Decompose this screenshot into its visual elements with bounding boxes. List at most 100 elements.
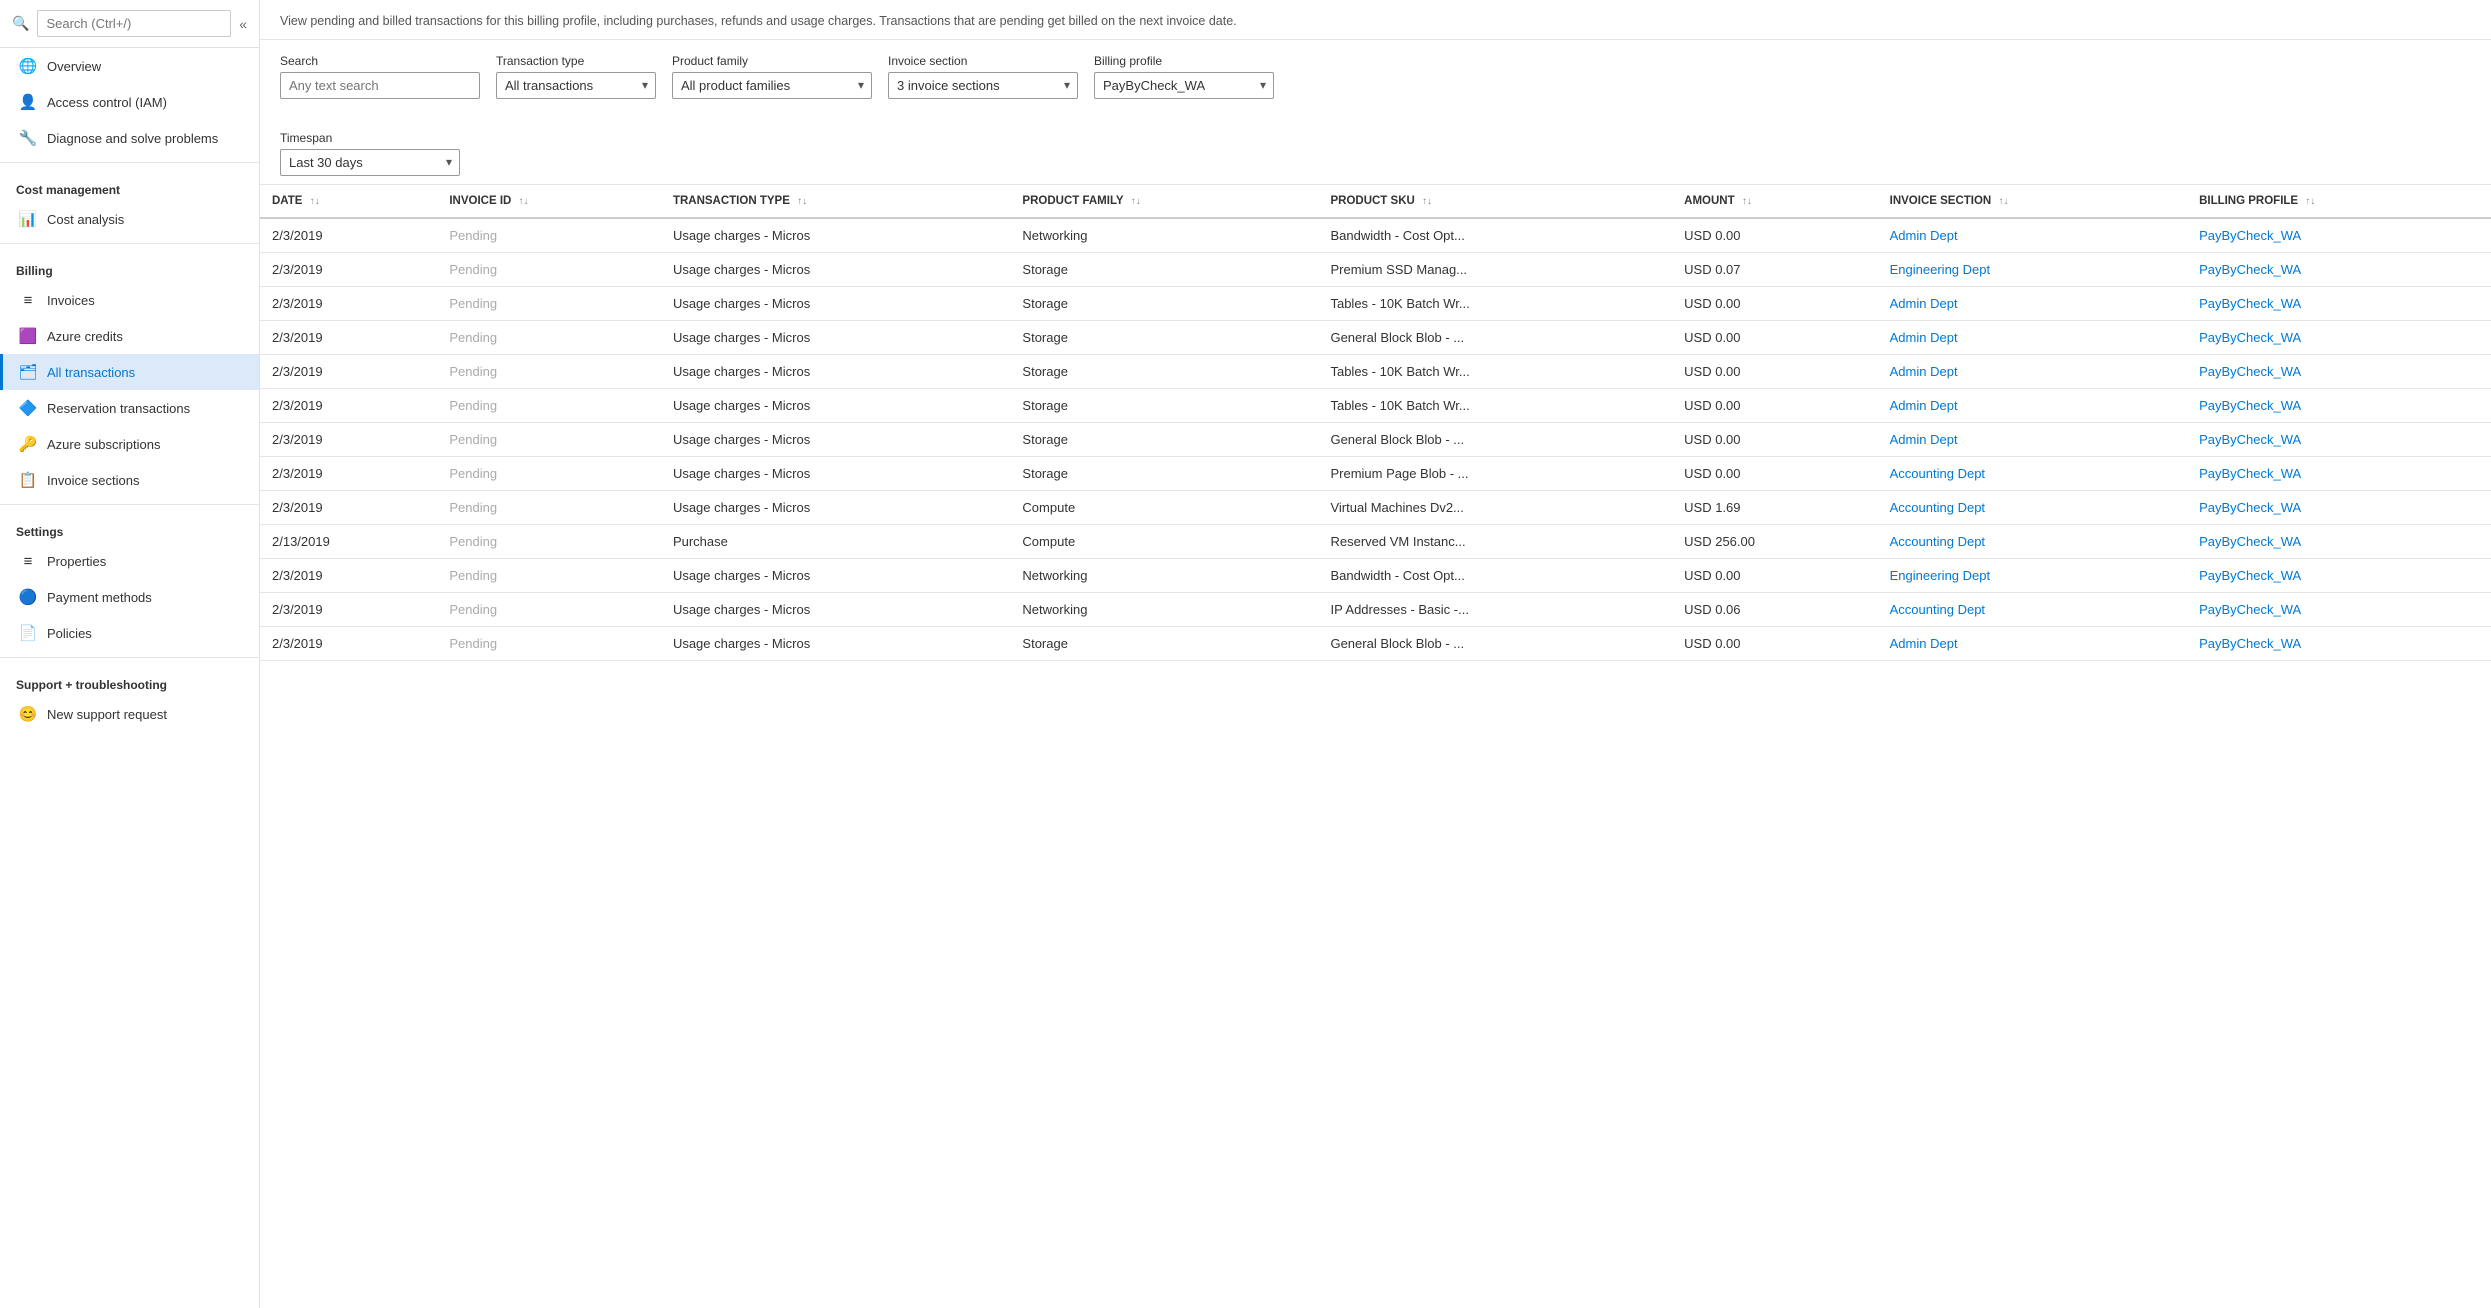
table-cell-product-sku: General Block Blob - ...: [1318, 422, 1672, 456]
col-header-product-family[interactable]: PRODUCT FAMILY ↑↓: [1010, 185, 1318, 218]
table-cell-invoice-section[interactable]: Engineering Dept: [1878, 558, 2187, 592]
table-cell-invoice-section[interactable]: Engineering Dept: [1878, 252, 2187, 286]
main-content: View pending and billed transactions for…: [260, 0, 2491, 1308]
table-cell-billing-profile[interactable]: PayByCheck_WA: [2187, 252, 2491, 286]
table-cell-invoice-section[interactable]: Admin Dept: [1878, 320, 2187, 354]
sidebar-item-overview[interactable]: 🌐Overview: [0, 48, 259, 84]
table-cell-invoice-section[interactable]: Accounting Dept: [1878, 592, 2187, 626]
table-cell-invoice-id: Pending: [437, 388, 661, 422]
table-cell-billing-profile[interactable]: PayByCheck_WA: [2187, 592, 2491, 626]
sort-icon-product-sku: ↑↓: [1422, 196, 1432, 207]
sidebar-item-azure-credits[interactable]: 🟪Azure credits: [0, 318, 259, 354]
table-row: 2/3/2019PendingUsage charges - MicrosSto…: [260, 320, 2491, 354]
table-cell-amount: USD 0.00: [1672, 354, 1877, 388]
table-cell-product-sku: Tables - 10K Batch Wr...: [1318, 354, 1672, 388]
table-cell-amount: USD 0.00: [1672, 422, 1877, 456]
search-filter-group: Search: [280, 54, 480, 99]
table-cell-product-family: Storage: [1010, 286, 1318, 320]
table-cell-invoice-id: Pending: [437, 490, 661, 524]
table-cell-transaction-type: Usage charges - Micros: [661, 218, 1010, 253]
table-cell-invoice-section[interactable]: Admin Dept: [1878, 626, 2187, 660]
overview-icon: 🌐: [19, 57, 37, 75]
col-header-amount[interactable]: AMOUNT ↑↓: [1672, 185, 1877, 218]
billing-profile-select[interactable]: PayByCheck_WA: [1094, 72, 1274, 99]
table-cell-product-sku: Tables - 10K Batch Wr...: [1318, 388, 1672, 422]
table-header: DATE ↑↓INVOICE ID ↑↓TRANSACTION TYPE ↑↓P…: [260, 185, 2491, 218]
table-cell-billing-profile[interactable]: PayByCheck_WA: [2187, 422, 2491, 456]
sidebar-item-reservation-transactions[interactable]: 🔷Reservation transactions: [0, 390, 259, 426]
table-cell-billing-profile[interactable]: PayByCheck_WA: [2187, 354, 2491, 388]
table-cell-invoice-section[interactable]: Accounting Dept: [1878, 490, 2187, 524]
sort-icon-invoice-id: ↑↓: [519, 196, 529, 207]
sidebar-item-new-support[interactable]: 😊New support request: [0, 696, 259, 732]
transaction-type-select[interactable]: All transactionsPendingBilledPurchaseUsa…: [496, 72, 656, 99]
table-cell-billing-profile[interactable]: PayByCheck_WA: [2187, 320, 2491, 354]
table-row: 2/3/2019PendingUsage charges - MicrosSto…: [260, 388, 2491, 422]
table-cell-product-sku: General Block Blob - ...: [1318, 320, 1672, 354]
sidebar-item-policies[interactable]: 📄Policies: [0, 615, 259, 651]
sidebar-item-azure-subscriptions[interactable]: 🔑Azure subscriptions: [0, 426, 259, 462]
col-header-date[interactable]: DATE ↑↓: [260, 185, 437, 218]
sidebar-item-invoice-sections[interactable]: 📋Invoice sections: [0, 462, 259, 498]
table-cell-product-sku: Reserved VM Instanc...: [1318, 524, 1672, 558]
table-cell-billing-profile[interactable]: PayByCheck_WA: [2187, 388, 2491, 422]
table-row: 2/3/2019PendingUsage charges - MicrosSto…: [260, 286, 2491, 320]
table-cell-billing-profile[interactable]: PayByCheck_WA: [2187, 626, 2491, 660]
sidebar-item-cost-analysis[interactable]: 📊Cost analysis: [0, 201, 259, 237]
transaction-type-label: Transaction type: [496, 54, 656, 68]
table-cell-invoice-section[interactable]: Admin Dept: [1878, 388, 2187, 422]
sidebar-collapse-button[interactable]: «: [239, 16, 247, 32]
sidebar-item-all-transactions[interactable]: 🗂All transactions: [0, 354, 259, 390]
col-header-invoice-id[interactable]: INVOICE ID ↑↓: [437, 185, 661, 218]
table-cell-invoice-id: Pending: [437, 626, 661, 660]
col-header-transaction-type[interactable]: TRANSACTION TYPE ↑↓: [661, 185, 1010, 218]
transaction-type-filter-group: Transaction type All transactionsPending…: [496, 54, 656, 99]
table-cell-invoice-section[interactable]: Admin Dept: [1878, 286, 2187, 320]
table-cell-billing-profile[interactable]: PayByCheck_WA: [2187, 558, 2491, 592]
invoice-section-select[interactable]: 3 invoice sectionsAdmin DeptEngineering …: [888, 72, 1078, 99]
sidebar-item-label: Access control (IAM): [47, 95, 167, 110]
access-control-icon: 👤: [19, 93, 37, 111]
table-cell-billing-profile[interactable]: PayByCheck_WA: [2187, 286, 2491, 320]
table-cell-invoice-section[interactable]: Admin Dept: [1878, 354, 2187, 388]
sidebar-item-payment-methods[interactable]: 🔵Payment methods: [0, 579, 259, 615]
sort-icon-product-family: ↑↓: [1131, 196, 1141, 207]
col-header-invoice-section[interactable]: INVOICE SECTION ↑↓: [1878, 185, 2187, 218]
table-cell-billing-profile[interactable]: PayByCheck_WA: [2187, 524, 2491, 558]
transactions-table-container: DATE ↑↓INVOICE ID ↑↓TRANSACTION TYPE ↑↓P…: [260, 185, 2491, 1308]
sidebar-item-properties[interactable]: ≡Properties: [0, 543, 259, 579]
table-cell-product-family: Networking: [1010, 218, 1318, 253]
timespan-filter-group: Timespan Last 30 daysLast 60 daysLast 90…: [280, 131, 460, 176]
table-cell-date: 2/3/2019: [260, 252, 437, 286]
table-cell-billing-profile[interactable]: PayByCheck_WA: [2187, 456, 2491, 490]
table-cell-date: 2/3/2019: [260, 422, 437, 456]
search-icon: 🔍: [12, 15, 29, 32]
sidebar-item-invoices[interactable]: ≡Invoices: [0, 282, 259, 318]
col-header-billing-profile[interactable]: BILLING PROFILE ↑↓: [2187, 185, 2491, 218]
table-cell-invoice-section[interactable]: Admin Dept: [1878, 422, 2187, 456]
policies-icon: 📄: [19, 624, 37, 642]
sidebar-search-input[interactable]: [37, 10, 231, 37]
table-cell-invoice-id: Pending: [437, 354, 661, 388]
col-header-product-sku[interactable]: PRODUCT SKU ↑↓: [1318, 185, 1672, 218]
sidebar-item-access-control[interactable]: 👤 Access control (IAM): [0, 84, 259, 120]
invoice-section-filter-group: Invoice section 3 invoice sectionsAdmin …: [888, 54, 1078, 99]
table-cell-billing-profile[interactable]: PayByCheck_WA: [2187, 218, 2491, 253]
table-cell-product-family: Compute: [1010, 490, 1318, 524]
table-cell-date: 2/3/2019: [260, 456, 437, 490]
sidebar-item-diagnose[interactable]: 🔧Diagnose and solve problems: [0, 120, 259, 156]
table-cell-billing-profile[interactable]: PayByCheck_WA: [2187, 490, 2491, 524]
table-cell-invoice-section[interactable]: Admin Dept: [1878, 218, 2187, 253]
timespan-select[interactable]: Last 30 daysLast 60 daysLast 90 daysCust…: [280, 149, 460, 176]
table-cell-invoice-section[interactable]: Accounting Dept: [1878, 456, 2187, 490]
sidebar-divider: [0, 243, 259, 244]
product-family-select[interactable]: All product familiesComputeStorageNetwor…: [672, 72, 872, 99]
table-cell-transaction-type: Purchase: [661, 524, 1010, 558]
table-cell-amount: USD 0.00: [1672, 218, 1877, 253]
table-row: 2/3/2019PendingUsage charges - MicrosNet…: [260, 218, 2491, 253]
table-cell-invoice-section[interactable]: Accounting Dept: [1878, 524, 2187, 558]
search-input[interactable]: [280, 72, 480, 99]
table-cell-product-family: Networking: [1010, 592, 1318, 626]
sidebar: 🔍 « 🌐Overview 👤 Access control (IAM) 🔧Diagn…: [0, 0, 260, 1308]
sidebar-item-label: All transactions: [47, 365, 135, 380]
